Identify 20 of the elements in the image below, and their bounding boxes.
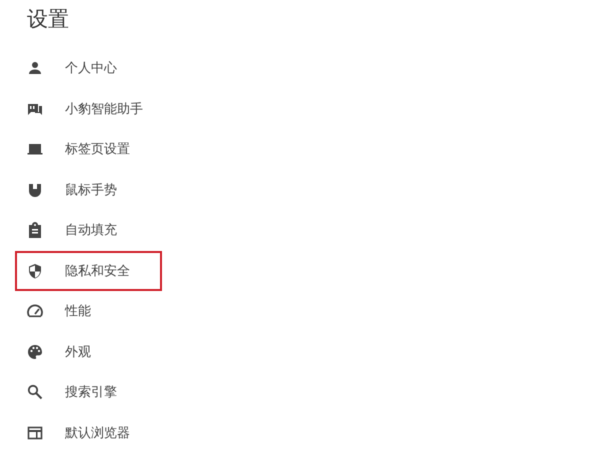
menu-item[interactable]: 鼠标手势 [15, 170, 162, 210]
gauge-icon [27, 303, 43, 320]
browser-icon [27, 424, 43, 441]
menu-item[interactable]: 搜索引擎 [15, 372, 162, 412]
mouse-icon [27, 182, 43, 198]
menu-item[interactable]: 隐私和安全 [15, 250, 162, 291]
menu-item[interactable]: 小豹智能助手 [15, 88, 162, 129]
menu-item[interactable]: 标签页设置 [15, 129, 162, 170]
menu-item[interactable]: 性能 [15, 291, 162, 332]
laptop-icon [27, 141, 43, 158]
shield-icon [27, 262, 43, 279]
palette-icon [27, 344, 43, 360]
search-icon [27, 384, 43, 400]
page-title: 设置 [26, 6, 70, 33]
clipboard-icon [27, 222, 43, 238]
person-icon [27, 60, 43, 76]
menu-item[interactable]: 自动填充 [15, 210, 162, 250]
menu-item[interactable]: 默认浏览器 [15, 412, 162, 453]
menu-item[interactable]: 个人中心 [15, 48, 162, 88]
menu-item[interactable]: 外观 [15, 332, 162, 372]
